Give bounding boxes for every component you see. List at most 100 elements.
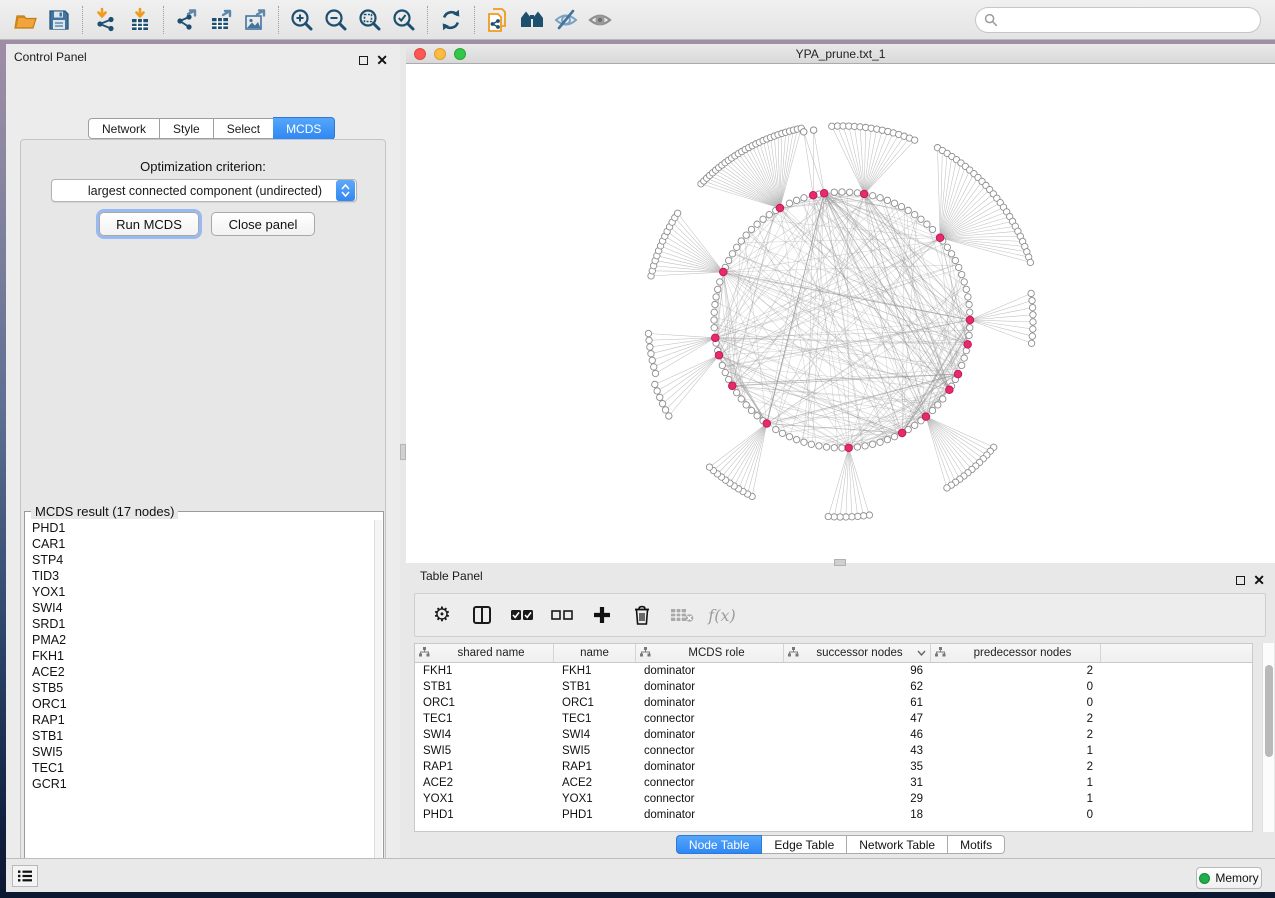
graph-node[interactable] bbox=[929, 407, 935, 413]
graph-leaf-node[interactable] bbox=[849, 514, 855, 520]
graph-leaf-node[interactable] bbox=[666, 413, 672, 419]
float-panel-icon[interactable] bbox=[1236, 576, 1245, 585]
table-cell[interactable]: ORC1 bbox=[415, 697, 554, 709]
graph-hub-node[interactable] bbox=[922, 413, 930, 421]
graph-node[interactable] bbox=[719, 362, 725, 368]
graph-node[interactable] bbox=[779, 430, 785, 436]
graph-node[interactable] bbox=[948, 251, 954, 257]
memory-button[interactable]: Memory bbox=[1196, 867, 1262, 889]
graph-node[interactable] bbox=[854, 190, 860, 196]
delete-column-icon[interactable] bbox=[629, 602, 655, 628]
graph-node[interactable] bbox=[733, 390, 739, 396]
table-cell[interactable]: dominator bbox=[636, 665, 784, 677]
table-settings-gear-icon[interactable]: ⚙ bbox=[429, 602, 455, 628]
mcds-result-item[interactable]: PMA2 bbox=[32, 632, 374, 648]
mcds-result-item[interactable]: STP4 bbox=[32, 552, 374, 568]
graph-leaf-node[interactable] bbox=[944, 485, 950, 491]
search-box[interactable] bbox=[975, 7, 1261, 33]
mcds-result-item[interactable]: RAP1 bbox=[32, 712, 374, 728]
table-cell[interactable]: FKH1 bbox=[415, 665, 554, 677]
table-cell[interactable]: 31 bbox=[784, 777, 931, 789]
close-panel-icon[interactable]: ✕ bbox=[376, 55, 388, 65]
table-cell[interactable]: 0 bbox=[931, 809, 1101, 821]
graph-leaf-node[interactable] bbox=[674, 210, 680, 216]
graph-leaf-node[interactable] bbox=[659, 400, 665, 406]
zoom-selected-icon[interactable] bbox=[387, 5, 421, 35]
graph-node[interactable] bbox=[725, 257, 731, 263]
graph-node[interactable] bbox=[722, 369, 728, 375]
graph-node[interactable] bbox=[966, 301, 972, 307]
graph-leaf-node[interactable] bbox=[1029, 304, 1035, 310]
table-cell[interactable]: 62 bbox=[784, 681, 931, 693]
table-cell[interactable]: 96 bbox=[784, 665, 931, 677]
table-cell[interactable]: connector bbox=[636, 793, 784, 805]
show-all-icon[interactable] bbox=[583, 5, 617, 35]
zoom-fit-icon[interactable] bbox=[353, 5, 387, 35]
graph-hub-node[interactable] bbox=[776, 204, 784, 212]
graph-node[interactable] bbox=[766, 211, 772, 217]
graph-node[interactable] bbox=[712, 301, 718, 307]
graph-node[interactable] bbox=[754, 413, 760, 419]
graph-leaf-node[interactable] bbox=[1030, 326, 1036, 332]
graph-hub-node[interactable] bbox=[820, 189, 828, 197]
new-network-from-selection-icon[interactable] bbox=[481, 5, 515, 35]
graph-node[interactable] bbox=[869, 193, 875, 199]
network-titlebar[interactable]: YPA_prune.txt_1 bbox=[406, 44, 1275, 64]
graph-node[interactable] bbox=[725, 376, 731, 382]
open-file-icon[interactable] bbox=[8, 5, 42, 35]
close-panel-button[interactable]: Close panel bbox=[211, 212, 315, 236]
column-header-shared-name[interactable]: shared name bbox=[415, 644, 554, 662]
graph-leaf-node[interactable] bbox=[860, 513, 866, 519]
mcds-result-item[interactable]: CAR1 bbox=[32, 536, 374, 552]
graph-leaf-node[interactable] bbox=[1030, 312, 1036, 318]
table-row[interactable]: STB1STB1dominator620 bbox=[415, 679, 1252, 695]
tab-edge-table[interactable]: Edge Table bbox=[762, 835, 847, 854]
table-cell[interactable]: 43 bbox=[784, 745, 931, 757]
graph-node[interactable] bbox=[935, 402, 941, 408]
graph-node[interactable] bbox=[918, 216, 924, 222]
graph-node[interactable] bbox=[738, 396, 744, 402]
graph-leaf-node[interactable] bbox=[645, 330, 651, 336]
table-cell[interactable]: dominator bbox=[636, 761, 784, 773]
graph-node[interactable] bbox=[808, 441, 814, 447]
export-network-icon[interactable] bbox=[170, 5, 204, 35]
table-row[interactable]: ORC1ORC1dominator610 bbox=[415, 695, 1252, 711]
table-row[interactable]: ACE2ACE2connector311 bbox=[415, 775, 1252, 791]
table-cell[interactable]: 2 bbox=[931, 713, 1101, 725]
table-cell[interactable]: SWI4 bbox=[415, 729, 554, 741]
graph-hub-node[interactable] bbox=[954, 370, 962, 378]
graph-leaf-node[interactable] bbox=[1027, 259, 1033, 265]
graph-node[interactable] bbox=[967, 325, 973, 331]
table-cell[interactable]: 35 bbox=[784, 761, 931, 773]
table-cell[interactable]: 46 bbox=[784, 729, 931, 741]
table-cell[interactable]: SWI5 bbox=[554, 745, 636, 757]
graph-hub-node[interactable] bbox=[964, 341, 972, 349]
graph-node[interactable] bbox=[711, 325, 717, 331]
mcds-result-item[interactable]: SRD1 bbox=[32, 616, 374, 632]
save-session-icon[interactable] bbox=[42, 5, 76, 35]
column-header-successor-nodes[interactable]: successor nodes bbox=[784, 644, 931, 662]
graph-hub-node[interactable] bbox=[809, 191, 817, 199]
mcds-result-item[interactable]: PHD1 bbox=[32, 520, 374, 536]
graph-leaf-node[interactable] bbox=[657, 394, 663, 400]
table-row[interactable]: SWI4SWI4dominator462 bbox=[415, 727, 1252, 743]
mcds-result-item[interactable]: ORC1 bbox=[32, 696, 374, 712]
table-cell[interactable]: STB1 bbox=[554, 681, 636, 693]
table-cell[interactable]: YOX1 bbox=[415, 793, 554, 805]
graph-node[interactable] bbox=[801, 439, 807, 445]
node-table[interactable]: shared namenameMCDS rolesuccessor nodesp… bbox=[414, 643, 1253, 832]
graph-node[interactable] bbox=[793, 197, 799, 203]
graph-node[interactable] bbox=[963, 286, 969, 292]
graph-node[interactable] bbox=[738, 238, 744, 244]
graph-leaf-node[interactable] bbox=[1029, 297, 1035, 303]
table-row[interactable]: RAP1RAP1dominator352 bbox=[415, 759, 1252, 775]
mcds-result-item[interactable]: TEC1 bbox=[32, 760, 374, 776]
graph-leaf-node[interactable] bbox=[654, 388, 660, 394]
mcds-result-item[interactable]: GCR1 bbox=[32, 776, 374, 792]
graph-leaf-node[interactable] bbox=[911, 137, 917, 143]
table-cell[interactable]: 2 bbox=[931, 665, 1101, 677]
table-row[interactable]: PHD1PHD1dominator180 bbox=[415, 807, 1252, 823]
graph-node[interactable] bbox=[891, 200, 897, 206]
graph-leaf-node[interactable] bbox=[1028, 290, 1034, 296]
mcds-result-item[interactable]: SWI5 bbox=[32, 744, 374, 760]
